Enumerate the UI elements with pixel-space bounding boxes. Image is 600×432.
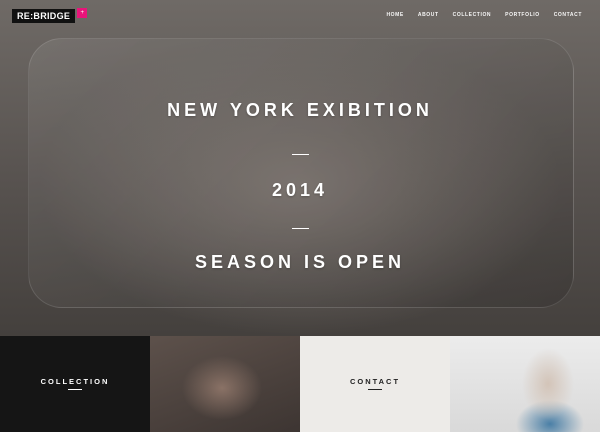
contact-divider [368, 389, 382, 390]
nav-home[interactable]: HOME [386, 12, 403, 18]
collection-label: COLLECTION [40, 377, 110, 386]
nav-about[interactable]: ABOUT [418, 12, 439, 18]
hero-title: NEW YORK EXIBITION [167, 100, 433, 120]
nav-collection[interactable]: COLLECTION [453, 12, 492, 18]
logo-text: RE:BRIDGE [12, 9, 76, 23]
tile-row: COLLECTION CONTACT [0, 336, 600, 432]
nav-contact[interactable]: CONTACT [554, 12, 582, 18]
hero-year: 2014 [271, 180, 329, 200]
collection-divider [68, 389, 82, 390]
collection-tile[interactable]: COLLECTION [0, 336, 150, 432]
hero-divider-bottom [292, 228, 309, 229]
nav-portfolio[interactable]: PORTFOLIO [505, 12, 540, 18]
hero-section: RE:BRIDGE + HOME ABOUT COLLECTION PORTFO… [0, 0, 600, 336]
contact-tile[interactable]: CONTACT [300, 336, 450, 432]
logo-badge: + [77, 8, 88, 18]
main-nav: HOME ABOUT COLLECTION PORTFOLIO CONTACT [386, 12, 582, 18]
contact-label: CONTACT [349, 377, 401, 386]
hair-photo-tile[interactable] [150, 336, 300, 432]
logo[interactable]: RE:BRIDGE + [12, 8, 88, 23]
hero-divider-top [292, 154, 309, 155]
hero-subtitle: SEASON IS OPEN [194, 252, 406, 272]
portrait-photo-tile[interactable] [450, 336, 600, 432]
